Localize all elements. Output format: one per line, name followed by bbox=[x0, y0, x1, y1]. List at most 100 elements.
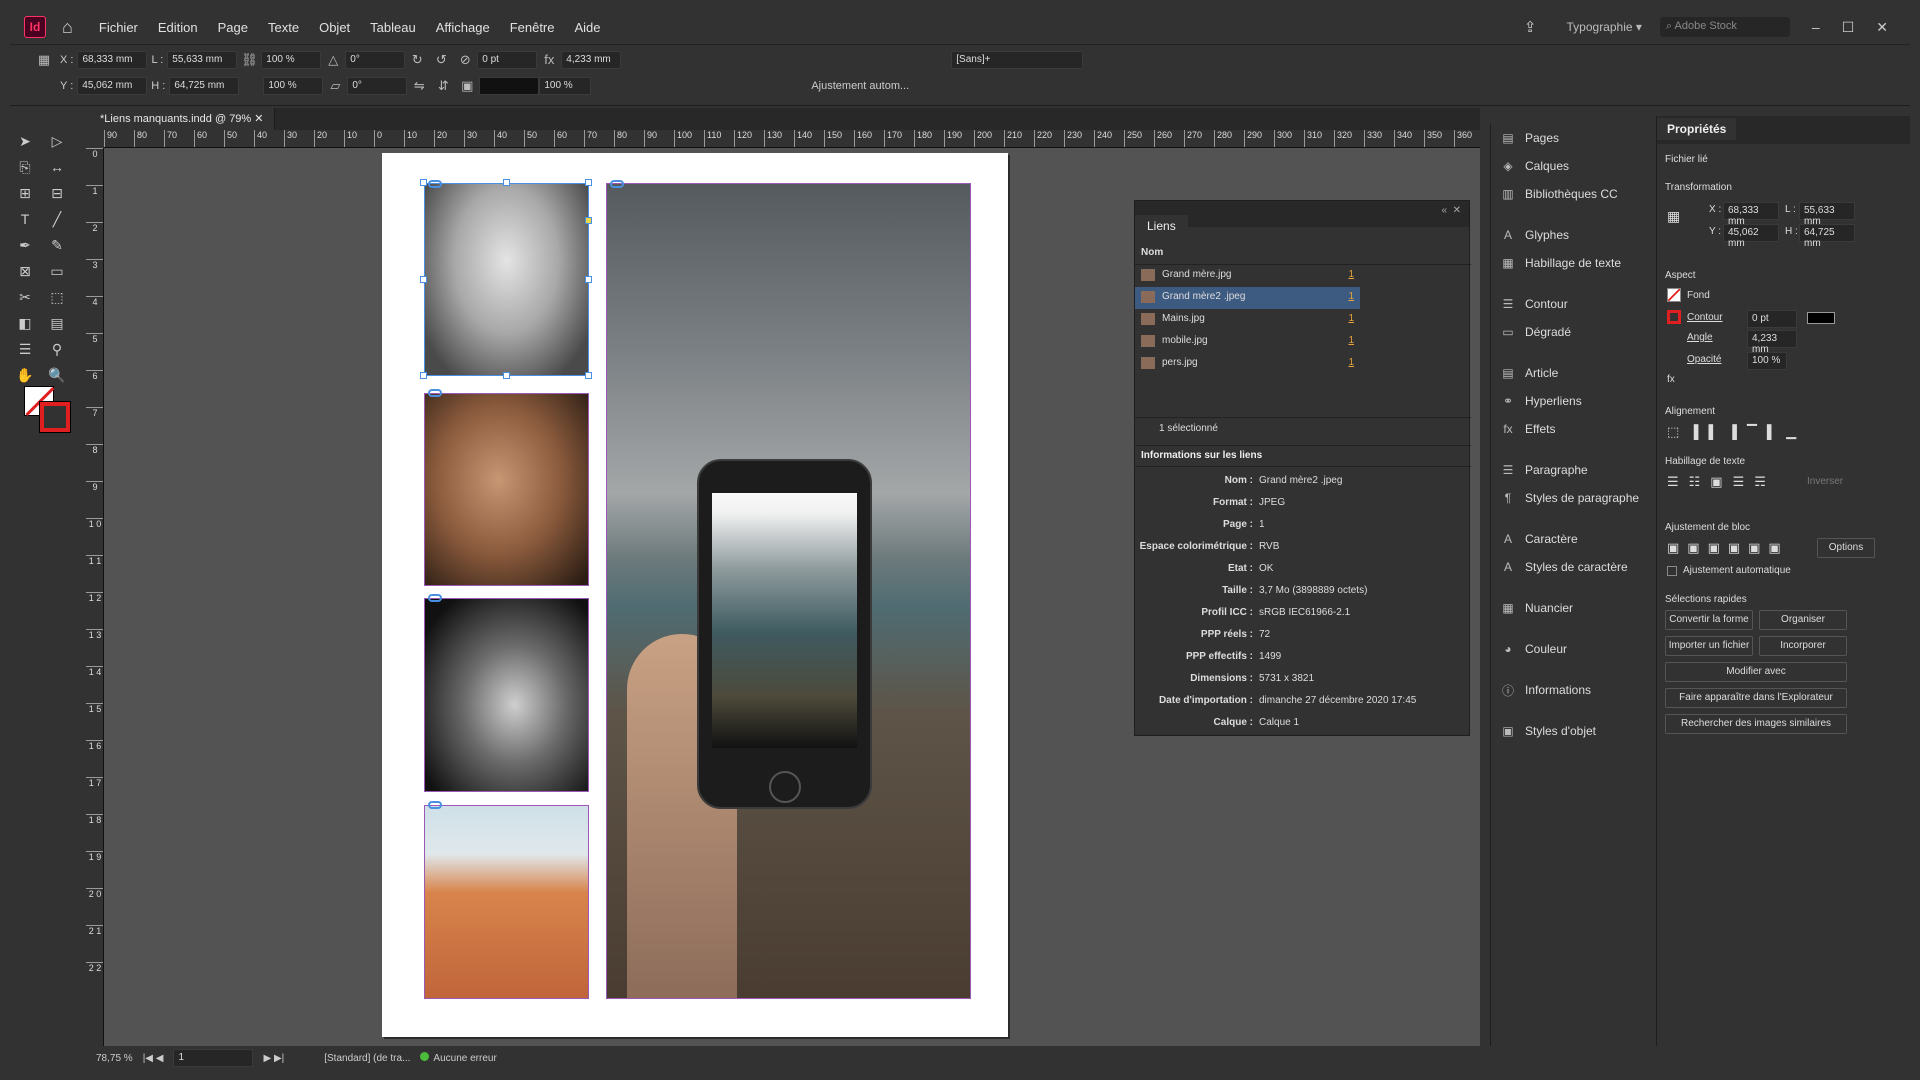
pen-tool-icon[interactable]: ✒ bbox=[16, 236, 34, 254]
menu-aide[interactable]: Aide bbox=[565, 20, 611, 35]
link-badge-icon[interactable] bbox=[428, 801, 442, 809]
object-style-field[interactable]: [Sans]+ bbox=[951, 51, 1084, 69]
reference-point-icon[interactable]: ▦ bbox=[36, 52, 52, 68]
dock-item[interactable]: ¶ Styles de paragraphe bbox=[1491, 484, 1654, 512]
direct-selection-tool-icon[interactable]: ▷ bbox=[48, 132, 66, 150]
menu-fenetre[interactable]: Fenêtre bbox=[500, 20, 565, 35]
dock-item[interactable]: ⚭ Hyperliens bbox=[1491, 387, 1654, 415]
image-frame-pers[interactable] bbox=[424, 805, 589, 999]
share-icon[interactable]: ⇪ bbox=[1524, 18, 1537, 36]
link-row[interactable]: Grand mère2 .jpeg 1 bbox=[1135, 287, 1360, 309]
document-tab[interactable]: *Liens manquants.indd @ 79% ✕ bbox=[90, 108, 275, 130]
eyedropper-tool-icon[interactable]: ⚲ bbox=[48, 340, 66, 358]
rotate-cw-icon[interactable]: ↻ bbox=[409, 52, 425, 68]
flip-v-icon[interactable]: ⇵ bbox=[435, 78, 451, 94]
fill-stroke-swatch[interactable] bbox=[24, 386, 74, 436]
stroke-swatch-icon[interactable] bbox=[39, 401, 71, 433]
edit-with-button[interactable]: Modifier avec bbox=[1665, 662, 1847, 682]
fit-buttons-icon[interactable]: ▣▣▣▣▣▣ bbox=[1667, 540, 1789, 556]
content-collector-icon[interactable]: ⊞ bbox=[16, 184, 34, 202]
line-tool-icon[interactable]: ╱ bbox=[48, 210, 66, 228]
scale-y-field[interactable]: 100 % bbox=[263, 77, 324, 95]
dock-item[interactable]: ▦ Nuancier bbox=[1491, 594, 1654, 622]
handle-tc[interactable] bbox=[503, 179, 510, 186]
fx-icon[interactable]: fx bbox=[1667, 374, 1675, 385]
stroke-style-swatch[interactable] bbox=[1807, 312, 1835, 324]
prop-corner-field[interactable]: 4,233 mm bbox=[1747, 330, 1797, 355]
rotate-ccw-icon[interactable]: ↺ bbox=[433, 52, 449, 68]
gradient-tool-icon[interactable]: ◧ bbox=[16, 314, 34, 332]
dock-item[interactable]: ◕ Couleur bbox=[1491, 635, 1654, 663]
links-close-icon[interactable]: ✕ bbox=[1453, 205, 1461, 223]
prop-x-field[interactable]: 68,333 mm bbox=[1723, 202, 1779, 227]
prop-opacity-field[interactable]: 100 % bbox=[1747, 352, 1787, 370]
prop-stroke-field[interactable]: 0 pt bbox=[1747, 310, 1797, 328]
collapse-icon[interactable]: « bbox=[1441, 205, 1447, 223]
menu-objet[interactable]: Objet bbox=[309, 20, 360, 35]
menu-edition[interactable]: Edition bbox=[148, 20, 208, 35]
pencil-tool-icon[interactable]: ✎ bbox=[48, 236, 66, 254]
constrain-icon[interactable]: ⛓ bbox=[241, 52, 258, 68]
scissors-tool-icon[interactable]: ✂ bbox=[16, 288, 34, 306]
preflight-status[interactable]: Aucune erreur bbox=[420, 1052, 497, 1064]
reference-point-icon[interactable]: ▦ bbox=[1667, 208, 1680, 225]
handle-bl[interactable] bbox=[420, 372, 427, 379]
image-frame-grand-mere[interactable] bbox=[424, 393, 589, 586]
shear-icon[interactable]: ▱ bbox=[327, 78, 343, 94]
prop-h-field[interactable]: 64,725 mm bbox=[1799, 224, 1855, 249]
hand-tool-icon[interactable]: ✋ bbox=[16, 366, 34, 384]
dock-item[interactable]: ▤ Pages bbox=[1491, 124, 1654, 152]
handle-mr[interactable] bbox=[585, 276, 592, 283]
horizontal-ruler[interactable]: 90 80 70 60 50 40 30 20 10 0 10 20 30 40 50 60 70 80 90 100… bbox=[104, 130, 1480, 148]
flip-h-icon[interactable]: ⇋ bbox=[411, 78, 427, 94]
content-placer-icon[interactable]: ⊟ bbox=[48, 184, 66, 202]
shear-field[interactable]: 0° bbox=[347, 77, 408, 95]
rectangle-tool-icon[interactable]: ▭ bbox=[48, 262, 66, 280]
pasteboard[interactable]: « ✕ Liens Nom Grand mère.jpg 1 Grand mère… bbox=[104, 148, 1480, 1046]
link-page[interactable]: 1 bbox=[1348, 269, 1354, 280]
link-page[interactable]: 1 bbox=[1348, 357, 1354, 368]
dock-item[interactable]: ▣ Styles d'objet bbox=[1491, 717, 1654, 745]
dock-item[interactable]: fx Effets bbox=[1491, 415, 1654, 443]
links-column-name[interactable]: Nom bbox=[1135, 243, 1471, 265]
stroke-weight-field[interactable]: 0 pt bbox=[477, 51, 538, 69]
vertical-ruler[interactable]: 0 1 2 3 4 5 6 7 8 9 1 0 1 1 1 2 1 3 1 4 1 5 1 6 1 7 1 8 1 9… bbox=[86, 148, 104, 1046]
corner-handle[interactable] bbox=[585, 217, 592, 224]
reveal-explorer-button[interactable]: Faire apparaître dans l'Explorateur bbox=[1665, 688, 1847, 708]
fill-none-icon[interactable]: ⊘ bbox=[457, 52, 473, 68]
free-transform-tool-icon[interactable]: ⬚ bbox=[48, 288, 66, 306]
dock-item[interactable]: A Glyphes bbox=[1491, 221, 1654, 249]
zoom-level[interactable]: 78,75 % bbox=[96, 1053, 133, 1064]
page-next-icon[interactable]: ▶ ▶| bbox=[263, 1053, 284, 1064]
menu-texte[interactable]: Texte bbox=[258, 20, 309, 35]
dock-item[interactable]: A Styles de caractère bbox=[1491, 553, 1654, 581]
corner-offset-field[interactable]: 4,233 mm bbox=[561, 51, 622, 69]
dock-item[interactable]: ⓘ Informations bbox=[1491, 676, 1654, 704]
maximize-icon[interactable]: ☐ bbox=[1842, 19, 1855, 36]
dock-item[interactable]: ☰ Contour bbox=[1491, 290, 1654, 318]
find-similar-button[interactable]: Rechercher des images similaires bbox=[1665, 714, 1847, 734]
wrap-buttons-icon[interactable]: ☰☷▣☰☴ bbox=[1667, 474, 1776, 490]
dock-item[interactable]: ▥ Bibliothèques CC bbox=[1491, 180, 1654, 208]
arrange-button[interactable]: Organiser bbox=[1759, 610, 1847, 630]
link-badge-icon[interactable] bbox=[428, 389, 442, 397]
align-buttons-icon[interactable]: ⬚▐▌▐▔▌▁ bbox=[1667, 424, 1806, 440]
document-page[interactable] bbox=[382, 153, 1008, 1037]
menu-fichier[interactable]: Fichier bbox=[89, 20, 148, 35]
autofit-checkbox[interactable] bbox=[1667, 566, 1677, 576]
rect-frame-tool-icon[interactable]: ⊠ bbox=[16, 262, 34, 280]
embed-button[interactable]: Incorporer bbox=[1759, 636, 1847, 656]
close-icon[interactable]: ✕ bbox=[1876, 19, 1888, 36]
menu-page[interactable]: Page bbox=[208, 20, 258, 35]
fill-swatch-icon[interactable] bbox=[1667, 288, 1681, 302]
menu-affichage[interactable]: Affichage bbox=[426, 20, 500, 35]
image-frame-grand-mere2[interactable] bbox=[424, 183, 589, 376]
link-page[interactable]: 1 bbox=[1348, 313, 1354, 324]
link-badge-icon[interactable] bbox=[428, 594, 442, 602]
page-nav-icon[interactable]: |◀ ◀ bbox=[143, 1053, 164, 1064]
page-field[interactable]: 1 bbox=[173, 1049, 254, 1067]
image-frame-mobile[interactable] bbox=[606, 183, 971, 999]
link-row[interactable]: Grand mère.jpg 1 bbox=[1135, 265, 1360, 287]
tab-close-icon[interactable]: ✕ bbox=[254, 113, 263, 125]
options-button[interactable]: Options bbox=[1817, 538, 1875, 558]
